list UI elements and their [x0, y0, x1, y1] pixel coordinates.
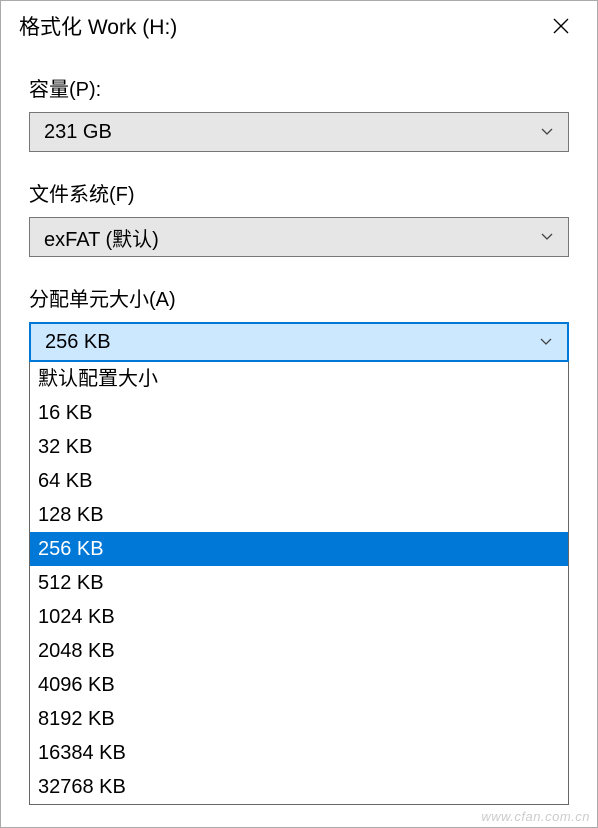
chevron-down-icon — [540, 128, 554, 136]
allocation-unit-value: 256 KB — [45, 331, 539, 354]
chevron-down-icon — [539, 338, 553, 346]
allocation-unit-option[interactable]: 16 KB — [30, 396, 568, 430]
dialog-content: 容量(P): 231 GB 文件系统(F) exFAT (默认) 分配单元大小(… — [1, 51, 597, 827]
allocation-unit-option[interactable]: 512 KB — [30, 566, 568, 600]
allocation-unit-dropdown[interactable]: 默认配置大小16 KB32 KB64 KB128 KB256 KB512 KB1… — [29, 361, 569, 805]
titlebar: 格式化 Work (H:) — [1, 1, 597, 51]
filesystem-field: 文件系统(F) exFAT (默认) — [29, 178, 569, 257]
filesystem-combobox[interactable]: exFAT (默认) — [29, 217, 569, 257]
chevron-down-icon — [540, 233, 554, 241]
filesystem-value: exFAT (默认) — [44, 223, 540, 252]
allocation-unit-label: 分配单元大小(A) — [29, 283, 569, 312]
filesystem-label: 文件系统(F) — [29, 178, 569, 207]
close-button[interactable] — [539, 8, 583, 44]
allocation-unit-option[interactable]: 默认配置大小 — [30, 362, 568, 396]
allocation-unit-field: 分配单元大小(A) 256 KB 默认配置大小16 KB32 KB64 KB12… — [29, 283, 569, 805]
format-dialog: 格式化 Work (H:) 容量(P): 231 GB 文件系统(F) exFA… — [0, 0, 598, 828]
capacity-field: 容量(P): 231 GB — [29, 73, 569, 152]
allocation-unit-option[interactable]: 1024 KB — [30, 600, 568, 634]
close-icon — [553, 18, 569, 34]
allocation-unit-option[interactable]: 128 KB — [30, 498, 568, 532]
allocation-unit-option[interactable]: 2048 KB — [30, 634, 568, 668]
capacity-label: 容量(P): — [29, 73, 569, 102]
capacity-value: 231 GB — [44, 121, 540, 144]
capacity-combobox[interactable]: 231 GB — [29, 112, 569, 152]
allocation-unit-option[interactable]: 32 KB — [30, 430, 568, 464]
allocation-unit-option[interactable]: 16384 KB — [30, 736, 568, 770]
window-title: 格式化 Work (H:) — [19, 11, 177, 41]
allocation-unit-option[interactable]: 32768 KB — [30, 770, 568, 804]
allocation-unit-option[interactable]: 4096 KB — [30, 668, 568, 702]
allocation-unit-option[interactable]: 256 KB — [30, 532, 568, 566]
allocation-unit-combobox[interactable]: 256 KB — [29, 322, 569, 362]
allocation-unit-option[interactable]: 64 KB — [30, 464, 568, 498]
allocation-unit-option[interactable]: 8192 KB — [30, 702, 568, 736]
